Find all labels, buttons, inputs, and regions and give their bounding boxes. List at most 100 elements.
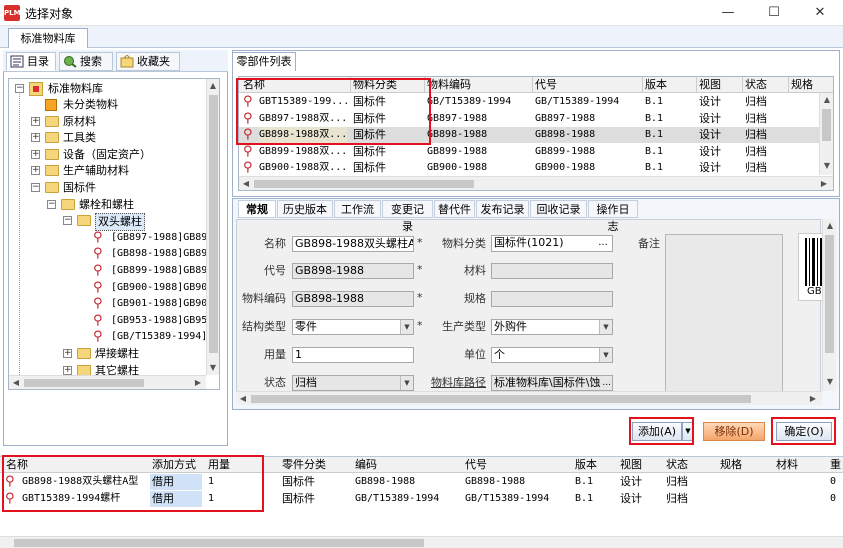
- selected-column-header[interactable]: 代号: [465, 457, 487, 473]
- tree-node[interactable]: − 国标件: [9, 180, 209, 196]
- material-code-field[interactable]: GB898-1988: [292, 291, 414, 307]
- tree-node[interactable]: + 原材料: [9, 114, 209, 130]
- production-type-select[interactable]: 外购件 ▼: [491, 319, 613, 335]
- unit-select[interactable]: 个 ▼: [491, 347, 613, 363]
- spec-field[interactable]: [491, 291, 613, 307]
- library-path-link[interactable]: 物料库路径: [426, 375, 486, 391]
- tree-vertical-scrollbar[interactable]: ▲ ▼: [206, 79, 219, 375]
- category-browse-button[interactable]: ...: [595, 236, 611, 250]
- scroll-right-icon[interactable]: ▶: [806, 392, 820, 406]
- scroll-thumb[interactable]: [254, 180, 474, 188]
- parts-column-header[interactable]: 代号: [535, 77, 557, 93]
- scroll-thumb[interactable]: [24, 379, 144, 387]
- tab-search[interactable]: 搜索: [59, 52, 113, 71]
- tree-node[interactable]: ⚲ [GB901-1988]GB901: [9, 296, 213, 312]
- tree-node[interactable]: ⚲ [GB897-1988]GB897: [9, 230, 213, 246]
- tree-node[interactable]: 未分类物料: [9, 97, 209, 113]
- tab-parts-list[interactable]: 零部件列表: [232, 52, 296, 71]
- parts-table-row[interactable]: ⚲ GB898-1988双... 国标件 GB898-1988 GB898-1988 B.…: [239, 127, 819, 143]
- parts-vertical-scrollbar[interactable]: ▲ ▼: [819, 93, 833, 175]
- tree-node[interactable]: + 生产辅助材料: [9, 163, 209, 179]
- quantity-field[interactable]: 1: [292, 347, 414, 363]
- selected-column-header[interactable]: 状态: [666, 457, 688, 473]
- selected-column-header[interactable]: 重: [830, 457, 841, 473]
- close-button[interactable]: ✕: [797, 0, 843, 26]
- detail-tab[interactable]: 工作流: [334, 200, 381, 218]
- status-select[interactable]: 归档 ▼: [292, 375, 414, 391]
- tree-horizontal-scrollbar[interactable]: ◀ ▶: [9, 375, 206, 389]
- parts-column-header[interactable]: 规格: [791, 77, 813, 93]
- detail-tab[interactable]: 常规: [238, 200, 276, 218]
- structure-type-select[interactable]: 零件 ▼: [292, 319, 414, 335]
- add-dropdown-icon[interactable]: ▼: [682, 422, 694, 441]
- scroll-left-icon[interactable]: ◀: [9, 376, 23, 390]
- parts-column-header[interactable]: 物料编码: [427, 77, 471, 93]
- tree-node[interactable]: ⚲ [GB899-1988]GB899: [9, 263, 213, 279]
- parts-column-header[interactable]: 版本: [645, 77, 667, 93]
- tree-node[interactable]: ⚲ [GB953-1988]GB953: [9, 313, 213, 329]
- selected-column-header[interactable]: 名称: [6, 457, 28, 473]
- scroll-thumb[interactable]: [209, 95, 218, 353]
- expand-icon[interactable]: +: [63, 365, 72, 375]
- expand-icon[interactable]: +: [31, 149, 40, 159]
- detail-tab[interactable]: 历史版本: [277, 200, 333, 218]
- memo-field[interactable]: [665, 234, 783, 400]
- collapse-icon[interactable]: −: [31, 183, 40, 192]
- parts-table-row[interactable]: ⚲ GB897-1988双... 国标件 GB897-1988 GB897-1988 B.…: [239, 111, 819, 127]
- detail-tab[interactable]: 发布记录: [476, 200, 529, 218]
- parts-column-header[interactable]: 物料分类: [353, 77, 397, 93]
- parts-table-row[interactable]: ⚲ GB899-1988双... 国标件 GB899-1988 GB899-1988 B.…: [239, 144, 819, 160]
- selected-column-header[interactable]: 视图: [620, 457, 642, 473]
- scroll-thumb[interactable]: [822, 109, 831, 141]
- scroll-up-icon[interactable]: ▲: [823, 219, 837, 233]
- scroll-down-icon[interactable]: ▼: [823, 375, 837, 389]
- library-path-field[interactable]: 标准物料库\国标件\蚀...: [491, 375, 613, 391]
- tree-node[interactable]: ⚲ [GB900-1988]GB900: [9, 280, 213, 296]
- selected-column-header[interactable]: 添加方式: [152, 457, 196, 473]
- tab-catalog[interactable]: 目录: [6, 52, 56, 71]
- code-field[interactable]: GB898-1988: [292, 263, 414, 279]
- selected-table-row[interactable]: ⚲ GB898-1988双头螺柱A型 借用 1 国标件 GB898-1988 GB898-1…: [0, 474, 843, 490]
- expand-icon[interactable]: +: [31, 116, 40, 126]
- ok-button[interactable]: 确定(O): [776, 422, 832, 441]
- tab-standard-library[interactable]: 标准物料库: [8, 28, 88, 48]
- expand-icon[interactable]: +: [31, 166, 40, 176]
- more-icon[interactable]: ...: [602, 376, 611, 390]
- form-horizontal-scrollbar[interactable]: ◀ ▶: [236, 391, 822, 405]
- tree-node[interactable]: + 设备（固定资产）: [9, 147, 209, 163]
- remove-button[interactable]: 移除(D): [703, 422, 765, 441]
- selected-column-header[interactable]: 规格: [720, 457, 742, 473]
- tab-favorites[interactable]: 收藏夹: [116, 52, 180, 71]
- selected-table-row[interactable]: ⚲ GBT15389-1994螺杆 借用 1 国标件 GB/T15389-1994 GB/T…: [0, 491, 843, 507]
- collapse-icon[interactable]: −: [15, 84, 24, 93]
- add-button[interactable]: 添加(A): [632, 422, 682, 441]
- form-vertical-scrollbar[interactable]: ▲ ▼: [822, 219, 836, 391]
- selected-column-header[interactable]: 版本: [575, 457, 597, 473]
- scroll-right-icon[interactable]: ▶: [817, 177, 831, 191]
- selected-column-header[interactable]: 材料: [776, 457, 798, 473]
- tree-node[interactable]: − 螺栓和螺柱: [9, 197, 209, 213]
- scroll-up-icon[interactable]: ▲: [206, 79, 220, 93]
- detail-tab[interactable]: 变更记录: [382, 200, 433, 233]
- scroll-thumb[interactable]: [825, 235, 834, 353]
- tree-node[interactable]: ⚲ [GB/T15389-1994]G: [9, 329, 213, 345]
- expand-icon[interactable]: +: [31, 133, 40, 143]
- tree-node[interactable]: − 双头螺柱: [9, 213, 209, 232]
- maximize-button[interactable]: ☐: [751, 0, 797, 26]
- parts-horizontal-scrollbar[interactable]: ◀ ▶: [239, 176, 833, 190]
- selected-column-header[interactable]: 编码: [355, 457, 377, 473]
- catalog-tree[interactable]: − 标准物料库 未分类物料 + 原材料 + 工具类 + 设备（固定资产） + 生产辅助材料 − 国标…: [8, 78, 220, 390]
- scroll-left-icon[interactable]: ◀: [236, 392, 250, 406]
- scroll-thumb[interactable]: [14, 539, 424, 547]
- scroll-down-icon[interactable]: ▼: [820, 159, 834, 173]
- detail-tab[interactable]: 操作日志: [588, 200, 638, 233]
- scroll-left-icon[interactable]: ◀: [239, 177, 253, 191]
- detail-tab[interactable]: 替代件: [434, 200, 475, 218]
- material-field[interactable]: [491, 263, 613, 279]
- scroll-thumb[interactable]: [251, 395, 751, 403]
- detail-tab[interactable]: 回收记录: [530, 200, 587, 218]
- minimize-button[interactable]: —: [705, 0, 751, 26]
- scroll-up-icon[interactable]: ▲: [820, 93, 834, 107]
- name-field[interactable]: GB898-1988双头螺柱A型: [292, 236, 414, 252]
- collapse-icon[interactable]: −: [63, 216, 72, 226]
